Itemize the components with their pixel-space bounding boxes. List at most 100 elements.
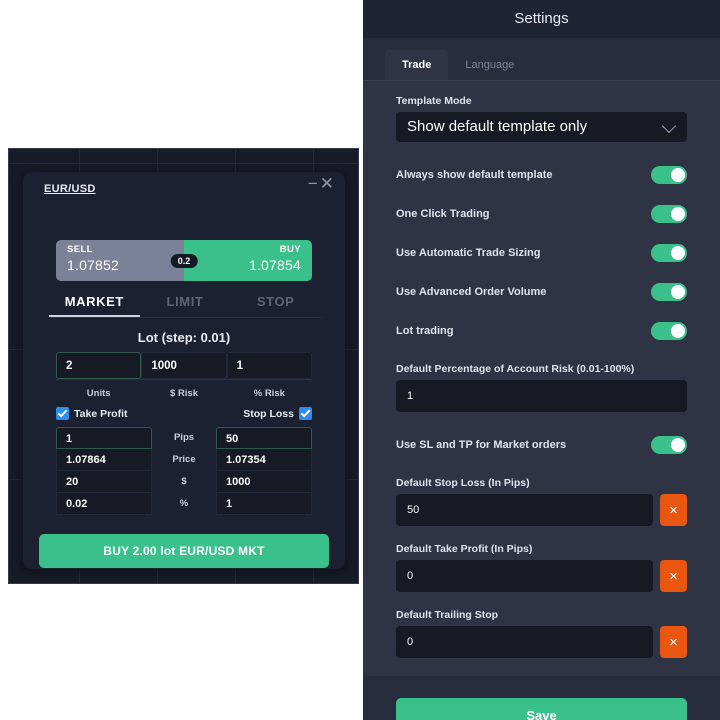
lot-percent-risk-input[interactable]: 1 (226, 352, 312, 379)
settings-title-divider (363, 38, 720, 50)
default-take-profit-label: Default Take Profit (In Pips) (396, 543, 533, 555)
tp-sl-row-labels: Pips Price $ % (152, 427, 216, 515)
take-profit-checkbox[interactable] (56, 407, 69, 421)
tp-sl-grid: 1 1.07864 20 0.02 Pips Price $ % 50 1.07… (56, 427, 312, 515)
account-risk-input[interactable]: 1 (396, 380, 687, 412)
row-label-dollar: $ (181, 476, 187, 487)
use-automatic-trade-sizing-toggle[interactable] (651, 243, 687, 262)
default-take-profit-input[interactable]: 0 (396, 560, 653, 592)
setting-always-show-default-template: Always show default template (396, 155, 687, 194)
default-trailing-stop-input[interactable]: 0 (396, 626, 653, 658)
trade-ticket-header: EUR/USD − ✕ (23, 172, 345, 206)
lot-dollar-risk-input[interactable]: 1000 (141, 352, 227, 379)
clear-trailing-stop-button[interactable]: × (660, 626, 687, 658)
stop-loss-label: Stop Loss (243, 407, 294, 420)
template-mode-select[interactable]: Show default template only (396, 112, 687, 142)
tab-trade[interactable]: Trade (385, 50, 449, 80)
toggle-label: Lot trading (396, 324, 454, 337)
tab-language[interactable]: Language (448, 50, 531, 80)
use-sl-tp-market-orders-toggle[interactable] (651, 435, 687, 454)
toggle-knob (671, 323, 685, 338)
default-trailing-stop-label: Default Trailing Stop (396, 609, 499, 621)
stop-loss-checkbox-group: Stop Loss (238, 405, 312, 423)
setting-use-advanced-order-volume: Use Advanced Order Volume (396, 272, 687, 311)
setting-one-click-trading: One Click Trading (396, 194, 687, 233)
stop-loss-column: 50 1.07354 1000 1 (216, 427, 312, 515)
default-stop-loss-label: Default Stop Loss (In Pips) (396, 477, 530, 489)
tab-stop[interactable]: STOP (230, 294, 321, 317)
order-type-tabs: MARKET LIMIT STOP (49, 294, 321, 318)
tp-dollar-input[interactable]: 20 (56, 471, 152, 493)
price-quote-bar: SELL 1.07852 BUY 1.07854 0.2 (56, 240, 312, 281)
toggle-label: Use Automatic Trade Sizing (396, 246, 541, 259)
toggle-knob (671, 167, 685, 182)
settings-title: Settings (363, 0, 720, 38)
buy-button[interactable]: BUY 1.07854 (184, 240, 312, 281)
tp-pips-input[interactable]: 1 (56, 427, 152, 449)
clear-stop-loss-button[interactable]: × (660, 494, 687, 526)
lot-trading-toggle[interactable] (651, 321, 687, 340)
sl-price-input[interactable]: 1.07354 (216, 449, 312, 471)
app-root: EUR/USD − ✕ SELL 1.07852 BUY 1.07854 0.2 (0, 0, 720, 720)
lot-column-headers: Units $ Risk % Risk (56, 388, 312, 399)
template-mode-value: Show default template only (407, 118, 588, 135)
sell-price: 1.07852 (67, 257, 120, 273)
trade-ticket-dialog: EUR/USD − ✕ SELL 1.07852 BUY 1.07854 0.2 (23, 172, 345, 569)
header-percent-risk: % Risk (253, 388, 285, 399)
toggle-label: Always show default template (396, 168, 553, 181)
buy-price: 1.07854 (248, 257, 301, 273)
sl-dollar-input[interactable]: 1000 (216, 471, 312, 493)
save-button[interactable]: Save (396, 698, 687, 720)
take-profit-label: Take Profit (74, 407, 128, 420)
close-icon[interactable]: ✕ (319, 175, 335, 192)
minimize-icon[interactable]: − (307, 175, 319, 192)
tp-sl-checkbox-row: Take Profit Stop Loss (56, 405, 312, 423)
lot-input-row: 2 1000 1 (56, 352, 312, 380)
settings-tabs: Trade Language (363, 50, 720, 81)
default-trailing-stop-field: 0 × (396, 626, 687, 658)
row-label-percent: % (179, 498, 189, 509)
account-risk-field: 1 (396, 380, 687, 412)
lot-title: Lot (step: 0.01) (137, 330, 231, 345)
header-units: Units (86, 388, 111, 399)
chevron-down-icon (661, 118, 677, 134)
submit-buy-button[interactable]: BUY 2.00 lot EUR/USD MKT (39, 534, 329, 568)
template-mode-label: Template Mode (396, 95, 472, 107)
settings-panel: Settings Trade Language Template Mode Sh… (363, 0, 720, 720)
setting-lot-trading: Lot trading (396, 311, 687, 350)
grid-line (9, 163, 358, 164)
toggle-knob (671, 437, 685, 452)
toggle-label: Use SL and TP for Market orders (396, 438, 567, 451)
setting-use-sl-tp-market-orders: Use SL and TP for Market orders (396, 425, 687, 464)
default-stop-loss-input[interactable]: 50 (396, 494, 653, 526)
tab-market[interactable]: MARKET (49, 294, 140, 317)
tp-percent-input[interactable]: 0.02 (56, 493, 152, 515)
clear-take-profit-button[interactable]: × (660, 560, 687, 592)
setting-use-automatic-trade-sizing: Use Automatic Trade Sizing (396, 233, 687, 272)
sl-percent-input[interactable]: 1 (216, 493, 312, 515)
one-click-trading-toggle[interactable] (651, 204, 687, 223)
default-take-profit-field: 0 × (396, 560, 687, 592)
stop-loss-checkbox[interactable] (299, 407, 312, 421)
tab-limit[interactable]: LIMIT (140, 294, 231, 317)
buy-label: BUY (279, 244, 301, 255)
window-controls: − ✕ (307, 175, 335, 192)
sell-button[interactable]: SELL 1.07852 (56, 240, 184, 281)
symbol-label[interactable]: EUR/USD (44, 183, 96, 195)
toggle-knob (671, 206, 685, 221)
chart-background: EUR/USD − ✕ SELL 1.07852 BUY 1.07854 0.2 (8, 148, 359, 584)
take-profit-column: 1 1.07864 20 0.02 (56, 427, 152, 515)
lot-units-input[interactable]: 2 (56, 352, 142, 379)
take-profit-checkbox-group: Take Profit (56, 405, 132, 423)
tp-price-input[interactable]: 1.07864 (56, 449, 152, 471)
sl-pips-input[interactable]: 50 (216, 427, 312, 449)
toggle-label: One Click Trading (396, 207, 490, 220)
always-show-default-template-toggle[interactable] (651, 165, 687, 184)
use-advanced-order-volume-toggle[interactable] (651, 282, 687, 301)
row-label-price: Price (172, 454, 196, 465)
